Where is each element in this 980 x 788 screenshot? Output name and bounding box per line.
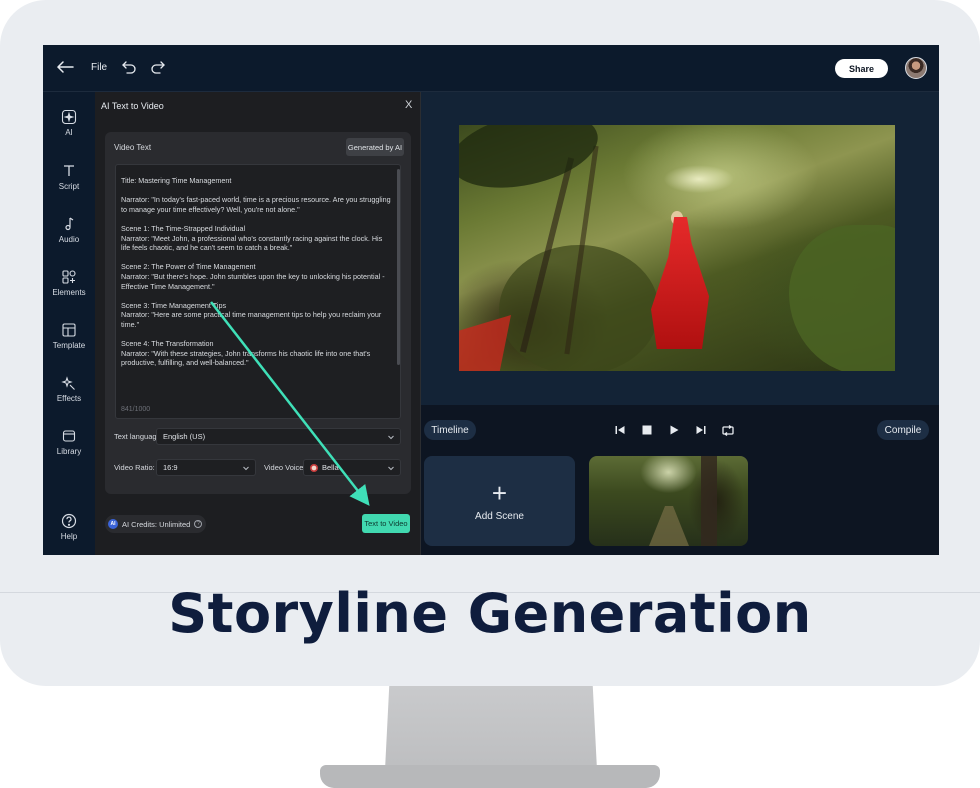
add-scene-button[interactable]: + Add Scene	[424, 456, 575, 546]
undo-icon[interactable]	[121, 59, 137, 75]
generated-by-ai-button[interactable]: Generated by AI	[346, 138, 404, 156]
timeline-button[interactable]: Timeline	[424, 420, 476, 440]
close-icon[interactable]: X	[405, 99, 412, 111]
app-screen: File Share AI Script Audio Elements Temp…	[43, 45, 939, 555]
rail-item-label: AI	[65, 128, 73, 137]
left-rail: AI Script Audio Elements Template Effect…	[43, 92, 95, 555]
top-bar: File Share	[43, 45, 939, 92]
skip-forward-icon[interactable]	[694, 423, 708, 437]
script-textarea[interactable]: Title: Mastering Time Management Narrato…	[115, 164, 401, 419]
rail-item-elements[interactable]: Elements	[43, 269, 95, 313]
video-ratio-value: 16:9	[163, 463, 178, 472]
effects-icon	[61, 376, 75, 390]
rail-item-label: Help	[60, 532, 78, 541]
video-voice-value: Bella	[322, 463, 339, 472]
rail-item-audio[interactable]: Audio	[43, 216, 95, 260]
redo-icon[interactable]	[150, 59, 166, 75]
text-language-select[interactable]: English (US)	[156, 428, 401, 445]
scene-thumbnail[interactable]	[589, 456, 748, 546]
voice-avatar-icon	[310, 463, 318, 472]
file-menu[interactable]: File	[91, 62, 107, 73]
rail-item-label: Effects	[56, 394, 82, 403]
music-note-icon	[65, 217, 74, 231]
chevron-down-icon	[388, 466, 394, 471]
video-ratio-label: Video Ratio:	[114, 463, 155, 472]
rail-item-effects[interactable]: Effects	[43, 375, 95, 419]
stop-icon[interactable]	[640, 423, 654, 437]
monitor-stand-base	[320, 765, 660, 788]
rail-item-help[interactable]: Help	[43, 513, 95, 555]
template-icon	[62, 323, 76, 337]
skip-back-icon[interactable]	[613, 423, 627, 437]
library-icon	[62, 430, 76, 442]
play-icon[interactable]	[667, 423, 681, 437]
plus-icon: +	[491, 478, 508, 508]
help-circle-icon	[61, 513, 77, 529]
rail-item-label: Audio	[58, 235, 80, 244]
preview-area	[421, 92, 939, 405]
rail-item-template[interactable]: Template	[43, 322, 95, 366]
loop-icon[interactable]	[721, 423, 735, 437]
user-avatar[interactable]	[905, 57, 927, 79]
video-text-label: Video Text	[114, 143, 152, 152]
chevron-down-icon	[243, 466, 249, 471]
video-ratio-select[interactable]: 16:9	[156, 459, 256, 476]
character-count: 841/1000	[121, 406, 151, 413]
back-arrow-icon[interactable]	[55, 57, 75, 77]
info-icon[interactable]: ?	[194, 520, 203, 528]
caption-title: Storyline Generation	[168, 582, 812, 645]
rail-item-ai[interactable]: AI	[43, 109, 95, 153]
compile-button[interactable]: Compile	[877, 420, 929, 440]
panel-title: AI Text to Video	[101, 101, 164, 111]
video-text-card: Video Text Generated by AI Title: Master…	[105, 132, 411, 494]
text-to-video-button[interactable]: Text to Video	[362, 514, 410, 533]
text-icon	[64, 165, 74, 176]
ai-badge-icon: AI	[108, 519, 118, 529]
ai-sparkle-icon	[61, 109, 77, 125]
rail-item-label: Library	[56, 447, 82, 456]
ai-credits-text: AI Credits: Unlimited	[122, 519, 191, 529]
playback-controls	[613, 423, 735, 437]
text-language-value: English (US)	[163, 432, 206, 441]
monitor-stand-neck	[385, 686, 597, 770]
rail-item-label: Elements	[52, 288, 86, 297]
video-voice-select[interactable]: Bella	[303, 459, 401, 476]
video-voice-label: Video Voice:	[264, 463, 306, 472]
elements-grid-icon	[62, 270, 76, 284]
ai-text-to-video-panel: AI Text to Video X Video Text Generated …	[95, 92, 421, 555]
ai-credits-badge: AI AI Credits: Unlimited ?	[105, 515, 207, 533]
video-preview[interactable]	[459, 125, 895, 371]
add-scene-label: Add Scene	[475, 511, 524, 522]
rail-item-library[interactable]: Library	[43, 428, 95, 472]
script-text: Title: Mastering Time Management Narrato…	[121, 176, 391, 368]
chevron-down-icon	[388, 435, 394, 440]
scrollbar[interactable]	[397, 169, 400, 365]
rail-item-script[interactable]: Script	[43, 163, 95, 207]
rail-item-label: Template	[52, 341, 86, 350]
rail-item-label: Script	[58, 182, 80, 191]
share-button[interactable]: Share	[835, 59, 888, 78]
